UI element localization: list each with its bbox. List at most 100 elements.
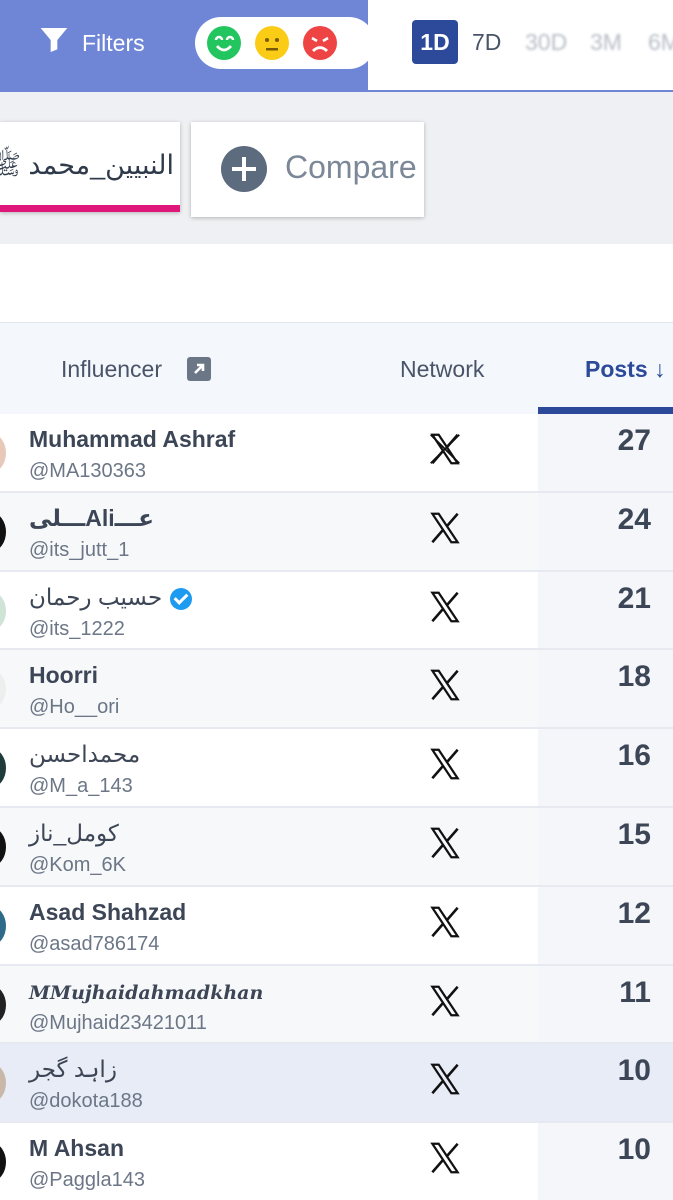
influencer-name[interactable]: Asad Shahzad [29, 899, 186, 926]
table-row[interactable]: MMujhaidahmadkhan @Mujhaid23421011 11 [0, 965, 673, 1045]
x-logo-icon [430, 748, 460, 780]
posts-cell-bg [538, 571, 673, 649]
range-30d-button[interactable]: 30D [525, 20, 567, 64]
range-1d-button[interactable]: 1D [412, 20, 458, 64]
posts-count: 12 [617, 896, 651, 930]
neutral-face-icon[interactable] [255, 26, 289, 60]
avatar[interactable] [0, 1064, 6, 1103]
table-row[interactable]: Muhammad Ashraf @MA130363 27 [0, 414, 673, 493]
influencer-name[interactable]: زاہد گجر [29, 1056, 117, 1083]
table-header: Influencer Network Posts ↓ [0, 322, 673, 415]
plus-icon [221, 146, 267, 192]
negative-face-icon[interactable] [303, 26, 337, 60]
posts-header-label: Posts [585, 356, 648, 382]
influencer-handle: @its_jutt_1 [29, 538, 130, 561]
x-logo-icon [430, 670, 460, 701]
table-row[interactable]: زاہد گجر @dokota188 10 [0, 1044, 673, 1124]
filters-button[interactable]: Filters [38, 26, 145, 60]
table-row[interactable]: ـــلىAliعـــ @its_jutt_1 24 [0, 492, 673, 572]
hashtag-card[interactable]: النبيين_محمد ﷺ [0, 122, 180, 212]
network-column-header[interactable]: Network [400, 356, 484, 383]
influencer-handle: @dokota188 [29, 1090, 143, 1113]
posts-cell-bg [538, 1123, 673, 1200]
posts-count: 15 [617, 817, 651, 851]
range-7d-button[interactable]: 7D [472, 20, 501, 64]
posts-count: 18 [617, 660, 651, 694]
avatar[interactable] [0, 1143, 6, 1182]
avatar[interactable] [0, 985, 6, 1024]
table-row[interactable]: Asad Shahzad @asad786174 12 [0, 886, 673, 966]
table-row[interactable]: حسیب رحمان @its_1222 21 [0, 571, 673, 651]
avatar[interactable] [0, 512, 6, 551]
table-row[interactable]: M Ahsan @Paggla143 10 [0, 1123, 673, 1200]
influencer-name[interactable]: کومل_ناز [29, 820, 119, 847]
x-logo-icon [430, 1064, 460, 1095]
compare-strip: النبيين_محمد ﷺ Compare [0, 92, 673, 244]
external-link-icon[interactable] [187, 357, 211, 381]
x-logo-icon [430, 512, 460, 544]
avatar[interactable] [0, 827, 6, 866]
posts-count: 10 [617, 1133, 651, 1167]
influencer-handle: @Mujhaid23421011 [29, 1011, 207, 1034]
influencer-handle: @Paggla143 [29, 1169, 145, 1192]
x-logo-icon [430, 985, 460, 1016]
posts-count: 24 [617, 502, 651, 536]
influencer-name[interactable]: ـــلىAliعـــ [29, 505, 154, 532]
posts-count: 11 [619, 975, 651, 1009]
influencer-handle: @Ho__ori [29, 696, 120, 719]
influencer-handle: @M_a_143 [29, 775, 133, 798]
x-logo-icon [430, 433, 460, 465]
positive-face-icon[interactable] [207, 26, 241, 60]
avatar[interactable] [0, 670, 6, 709]
compare-label: Compare [285, 149, 417, 185]
posts-cell-bg [538, 1044, 673, 1122]
verified-badge-icon [170, 587, 193, 610]
avatar[interactable] [0, 749, 6, 788]
influencer-name[interactable]: Hoorri [29, 662, 98, 689]
compare-button[interactable]: Compare [191, 122, 424, 217]
range-6m-button[interactable]: 6M [648, 20, 673, 64]
posts-count: 21 [617, 581, 651, 615]
x-logo-icon [430, 906, 460, 938]
influencer-handle: @MA130363 [29, 460, 147, 482]
posts-cell-bg [538, 414, 673, 491]
posts-count: 16 [617, 739, 651, 773]
date-range-selector: 1D 7D 30D 3M 6M [368, 0, 673, 92]
posts-count: 27 [617, 424, 651, 457]
posts-cell-bg [538, 886, 673, 964]
influencer-column-header[interactable]: Influencer [61, 356, 162, 383]
influencer-table: Muhammad Ashraf @MA130363 27 ـــلىAliعــ… [0, 414, 673, 1200]
influencer-name[interactable]: MMujhaidahmadkhan [29, 982, 263, 1004]
filters-label: Filters [82, 29, 145, 56]
sort-down-arrow-icon: ↓ [654, 356, 666, 382]
posts-cell-bg [538, 965, 673, 1043]
influencer-handle: @its_1222 [29, 617, 125, 640]
x-logo-icon [430, 827, 460, 859]
influencer-handle: @Kom_6K [29, 853, 127, 876]
influencer-name[interactable]: Muhammad Ashraf [29, 426, 235, 453]
posts-cell-bg [538, 729, 673, 806]
posts-cell-bg [538, 650, 673, 728]
x-logo-icon [430, 1142, 460, 1174]
hashtag-text: النبيين_محمد ﷺ [0, 150, 174, 180]
posts-cell-bg [538, 807, 673, 885]
x-logo-icon [430, 591, 460, 622]
sentiment-filter [195, 17, 375, 69]
hashtag-color-bar [0, 205, 180, 212]
posts-column-header[interactable]: Posts ↓ [585, 356, 666, 383]
filter-funnel-icon [38, 24, 70, 62]
avatar[interactable] [0, 906, 6, 945]
avatar[interactable] [0, 434, 6, 472]
influencer-name[interactable]: محمداحسن [29, 741, 140, 768]
influencer-name[interactable]: حسیب رحمان [29, 584, 193, 611]
posts-count: 10 [617, 1054, 651, 1088]
avatar[interactable] [0, 591, 6, 630]
influencer-handle: @asad786174 [29, 932, 160, 955]
range-3m-button[interactable]: 3M [590, 20, 622, 64]
table-row[interactable]: کومل_ناز @Kom_6K 15 [0, 807, 673, 887]
influencer-name[interactable]: M Ahsan [29, 1135, 124, 1162]
table-row[interactable]: محمداحسن @M_a_143 16 [0, 729, 673, 808]
top-bar: Filters 1D 7D 30D 3M 6M [0, 0, 673, 92]
posts-cell-bg [538, 492, 673, 570]
table-row[interactable]: Hoorri @Ho__ori 18 [0, 650, 673, 730]
